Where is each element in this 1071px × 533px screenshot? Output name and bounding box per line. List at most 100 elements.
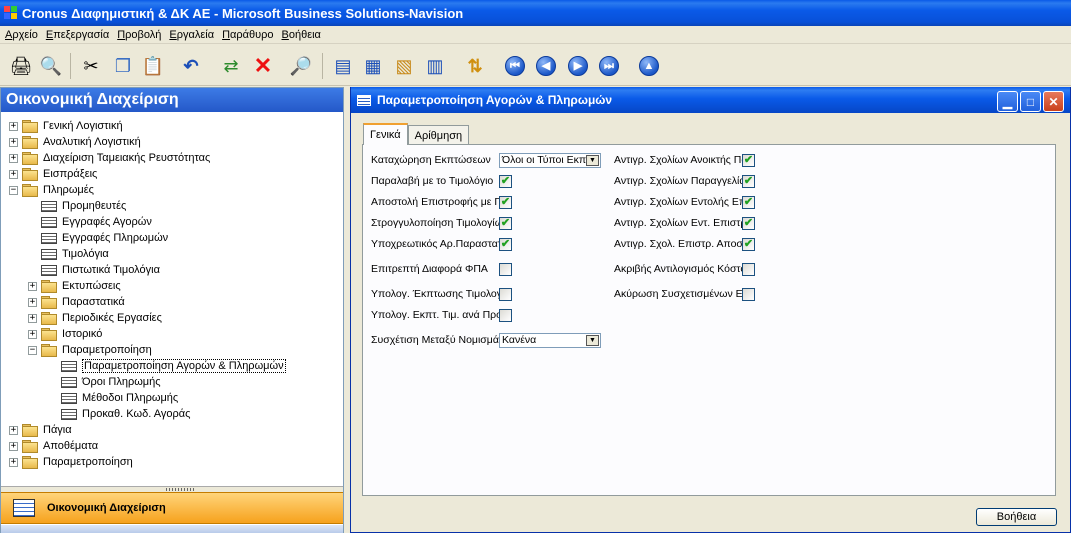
tree-item-payment-terms[interactable]: Όροι Πληρωμής (61, 374, 161, 390)
calc-inv-disc-per-vendor-checkbox[interactable] (499, 308, 512, 322)
form-icon[interactable]: ▧ (391, 53, 417, 79)
copy-cmts-blanket-order-checkbox[interactable]: ✔ (742, 153, 755, 167)
financial-management-icon (13, 499, 35, 517)
tree-item-purchases-payables-setup[interactable]: Παραμετροποίηση Αγορών & Πληρωμών (61, 358, 286, 374)
tree-item-general-ledger[interactable]: + Γενική Λογιστική (9, 118, 123, 134)
menu-help[interactable]: Βοήθεια (279, 29, 326, 41)
splitter-grip-icon[interactable] (166, 488, 196, 491)
calc-inv-discount-checkbox[interactable] (499, 287, 512, 301)
field-label: Ακύρωση Συσχετισμένων Εγγραφών (614, 288, 742, 300)
find-icon[interactable]: 🔎 (288, 53, 314, 79)
tree-item-standard-purchase-codes[interactable]: Προκαθ. Κωδ. Αγοράς (61, 406, 190, 422)
invoice-rounding-checkbox[interactable]: ✔ (499, 216, 512, 230)
tree-item-reports[interactable]: + Εκτυπώσεις (28, 278, 121, 294)
sort-icon[interactable]: ⇅ (462, 53, 488, 79)
tree-item-invoices[interactable]: Τιμολόγια (41, 246, 109, 262)
tree-item-cash-management[interactable]: + Διαχείριση Ταμειακής Ρευστότητας (9, 150, 210, 166)
folder-icon (41, 328, 57, 341)
folder-icon (22, 456, 38, 469)
tree-item-payment-methods[interactable]: Μέθοδοι Πληρωμής (61, 390, 178, 406)
expand-icon[interactable]: + (28, 281, 37, 291)
minimize-button[interactable]: ▁ (997, 91, 1018, 112)
field-label: Παραλαβή με το Τιμολόγιο (371, 175, 494, 187)
tree-item-setup[interactable]: − Παραμετροποίηση (28, 342, 152, 358)
copy-cmts-ret-ord-to-cr-memo-checkbox[interactable]: ✔ (742, 216, 755, 230)
tree-item-history[interactable]: + Ιστορικό (28, 326, 102, 342)
expand-icon[interactable]: + (9, 425, 18, 435)
next-record-icon[interactable]: ▶ (565, 53, 591, 79)
expand-icon[interactable]: + (9, 169, 18, 179)
expand-icon[interactable]: + (9, 121, 18, 131)
card-icon[interactable]: ▦ (360, 53, 386, 79)
cut-icon[interactable]: ✂ (78, 53, 104, 79)
field-label: Υποχρεωτικός Αρ.Παραστατικού (371, 238, 499, 250)
refresh-icon[interactable]: ⇄ (218, 53, 244, 79)
form-icon (61, 392, 77, 404)
collapse-icon[interactable]: − (9, 185, 18, 195)
previous-record-icon[interactable]: ◀ (533, 53, 559, 79)
maximize-button[interactable]: □ (1020, 91, 1041, 112)
open-folder-icon (41, 344, 57, 357)
tab-numbering[interactable]: Αρίθμηση (407, 125, 470, 145)
copy-cmts-ret-shipment-checkbox[interactable]: ✔ (742, 237, 755, 251)
tree-item-cost-accounting[interactable]: + Αναλυτική Λογιστική (9, 134, 141, 150)
expand-icon[interactable]: + (9, 153, 18, 163)
first-record-icon[interactable]: ⏮ (502, 53, 528, 79)
tree-item-fixed-assets[interactable]: + Πάγια (9, 422, 72, 438)
help-button[interactable]: Βοήθεια (976, 508, 1057, 526)
menu-file[interactable]: Αρχείο (2, 29, 43, 41)
paste-icon[interactable]: 📋 (140, 53, 166, 79)
tab-general[interactable]: Γενικά (363, 123, 408, 145)
close-button[interactable]: ✕ (1043, 91, 1064, 112)
expand-icon[interactable]: + (28, 297, 37, 307)
folder-icon (22, 136, 38, 149)
tree-item-setup-root[interactable]: + Παραμετροποίηση (9, 454, 133, 470)
table-icon[interactable]: ▥ (422, 53, 448, 79)
tree-item-payment-journals[interactable]: Εγγραφές Πληρωμών (41, 230, 168, 246)
delete-icon[interactable]: ✕ (250, 53, 276, 79)
ext-doc-no-mandatory-checkbox[interactable]: ✔ (499, 237, 512, 251)
expand-icon[interactable]: + (28, 313, 37, 323)
financial-management-button[interactable]: Οικονομική Διαχείριση (1, 492, 343, 524)
expand-icon[interactable]: + (9, 441, 18, 451)
tree-item-receivables[interactable]: + Εισπράξεις (9, 166, 97, 182)
menu-view[interactable]: Προβολή (114, 29, 166, 41)
tree-item-payables[interactable]: − Πληρωμές (9, 182, 94, 198)
tree-item-inventory[interactable]: + Αποθέματα (9, 438, 98, 454)
folder-icon (22, 440, 38, 453)
calc-inv-discount-row: Υπολογ. Έκπτωσης Τιμολογίου (371, 286, 512, 302)
appln-between-currencies-combo[interactable]: Κανένα ▼ (499, 332, 601, 348)
copy-cmts-return-order-checkbox[interactable]: ✔ (742, 195, 755, 209)
receipt-on-invoice-checkbox[interactable]: ✔ (499, 174, 512, 188)
folder-icon (41, 312, 57, 325)
dropdown-arrow-icon[interactable]: ▼ (586, 334, 599, 346)
cancel-applied-entries-checkbox[interactable] (742, 287, 755, 301)
tree-item-purchase-journals[interactable]: Εγγραφές Αγορών (41, 214, 152, 230)
last-record-icon[interactable]: ⏭ (596, 53, 622, 79)
tree-item-vendors[interactable]: Προμηθευτές (41, 198, 126, 214)
tree-item-credit-memos[interactable]: Πιστωτικά Τιμολόγια (41, 262, 160, 278)
up-icon[interactable]: ▲ (636, 53, 662, 79)
form-icon (61, 408, 77, 420)
expand-icon[interactable]: + (28, 329, 37, 339)
print-icon[interactable]: 🖨 (8, 53, 34, 79)
allow-vat-difference-checkbox[interactable] (499, 262, 512, 276)
menu-edit[interactable]: Επεξεργασία (43, 29, 114, 41)
tree-item-documents[interactable]: + Παραστατικά (28, 294, 125, 310)
exact-cost-reversing-checkbox[interactable] (742, 262, 755, 276)
return-shipment-checkbox[interactable]: ✔ (499, 195, 512, 209)
discount-posting-combo[interactable]: Όλοι οι Τύποι Εκπ ▼ (499, 152, 601, 168)
tree-item-periodic-activities[interactable]: + Περιοδικές Εργασίες (28, 310, 162, 326)
expand-icon[interactable]: + (9, 457, 18, 467)
expand-icon[interactable]: + (9, 137, 18, 147)
undo-icon[interactable]: ↶ (178, 53, 204, 79)
menu-tools[interactable]: Εργαλεία (166, 29, 219, 41)
copy-cmts-order-checkbox[interactable]: ✔ (742, 174, 755, 188)
collapse-icon[interactable]: − (28, 345, 37, 355)
list-icon[interactable]: ▤ (330, 53, 356, 79)
print-preview-icon[interactable]: 🔍 (38, 53, 64, 79)
field-label: Αντιγρ. Σχολ. Επιστρ. Αποστολής (614, 238, 742, 250)
menu-window[interactable]: Παράθυρο (219, 29, 278, 41)
dropdown-arrow-icon[interactable]: ▼ (586, 154, 599, 166)
copy-icon[interactable]: ❐ (110, 53, 136, 79)
